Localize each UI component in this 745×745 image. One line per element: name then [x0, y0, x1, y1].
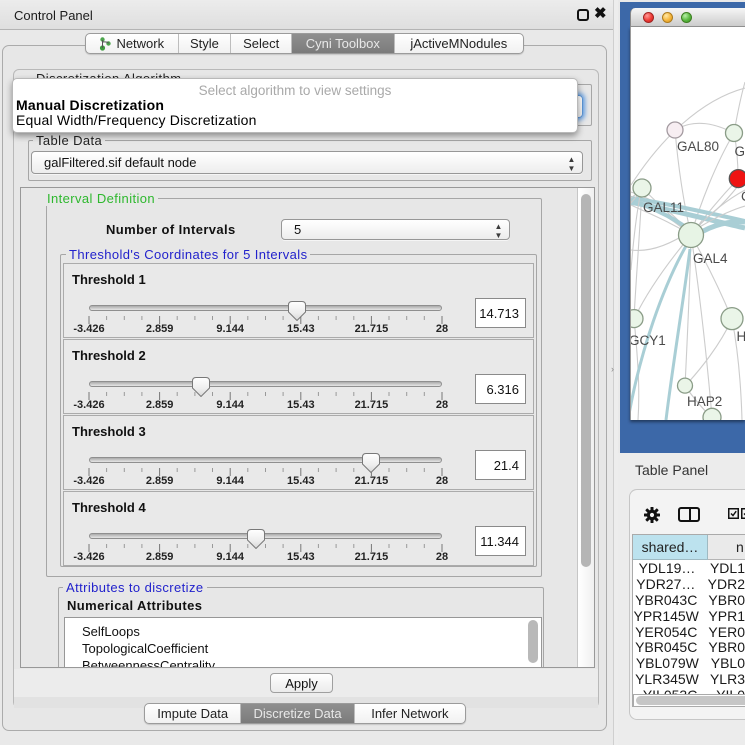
- svg-text:GCY1: GCY1: [631, 333, 666, 348]
- svg-text:GAL11: GAL11: [643, 200, 684, 215]
- svg-text:GA: GA: [735, 144, 745, 159]
- svg-text:C: C: [741, 189, 745, 204]
- svg-text:H: H: [737, 329, 745, 344]
- svg-text:GAL4: GAL4: [693, 251, 728, 266]
- svg-text:HAP2: HAP2: [687, 394, 722, 409]
- svg-text:GAL80: GAL80: [677, 139, 719, 154]
